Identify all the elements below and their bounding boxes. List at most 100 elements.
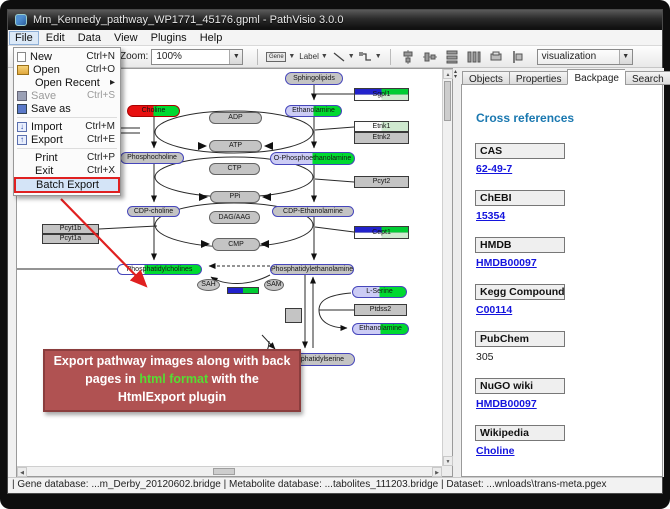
pathway-node-etnk2[interactable]: Etnk2 bbox=[354, 132, 409, 144]
connector-dropdown-arrow-icon[interactable]: ▼ bbox=[375, 53, 382, 60]
scroll-left-icon[interactable]: ◀ bbox=[17, 467, 27, 477]
pathway-node-ptdss2[interactable]: Ptdss2 bbox=[354, 304, 407, 316]
pathway-node-ethanolamine[interactable]: Ethanolamine bbox=[352, 323, 409, 335]
pathway-node-cdp-choline[interactable]: CDP-choline bbox=[127, 206, 180, 217]
label-tool-text: Label bbox=[299, 52, 319, 61]
submenu-arrow-icon: ▸ bbox=[110, 77, 115, 88]
common-size-button[interactable] bbox=[486, 48, 506, 66]
zoom-dropdown-arrow-icon[interactable]: ▼ bbox=[229, 50, 242, 64]
pathway-node-o-phosphoethanolamine[interactable]: O-Phosphoethanolamine bbox=[270, 152, 355, 165]
line-dropdown-arrow-icon[interactable]: ▼ bbox=[348, 53, 355, 60]
panel-splitter[interactable]: ▴▾ bbox=[453, 68, 460, 477]
menu-item-import[interactable]: ↓ImportCtrl+M bbox=[14, 120, 120, 133]
tab-backpage[interactable]: Backpage bbox=[567, 69, 624, 85]
tab-objects[interactable]: Objects bbox=[462, 71, 509, 85]
zoom-combobox[interactable]: 100% ▼ bbox=[151, 49, 243, 65]
pathway-node-choline[interactable]: Choline bbox=[127, 105, 180, 117]
pathway-node-phosphatidylethanolamines[interactable]: Phosphatidylethanolamines bbox=[270, 264, 354, 275]
menu-item-open-recent[interactable]: Open Recent ▸ bbox=[14, 76, 120, 89]
menu-item-save-as[interactable]: Save as bbox=[14, 102, 120, 115]
backpage-link-wikipedia[interactable]: Choline bbox=[476, 445, 515, 457]
tab-properties[interactable]: Properties bbox=[509, 71, 568, 85]
pathway-node-dag-aag[interactable]: DAG/AAG bbox=[209, 211, 260, 224]
pathway-node-pcyt1a[interactable]: Pcyt1a bbox=[42, 234, 99, 244]
splitter-grip-icon[interactable]: ▴▾ bbox=[454, 70, 457, 80]
backpage-value-wikipedia[interactable]: Choline bbox=[476, 445, 515, 457]
backpage-link-nugo-wiki[interactable]: HMDB00097 bbox=[476, 398, 537, 410]
backpage-value-kegg-compound[interactable]: C00114 bbox=[476, 304, 512, 316]
toolbar-separator bbox=[390, 49, 391, 65]
pathway-node-pcyt1b[interactable]: Pcyt1b bbox=[42, 224, 99, 234]
visualization-dropdown-arrow-icon[interactable]: ▼ bbox=[619, 50, 632, 64]
menubar-item-view[interactable]: View bbox=[108, 31, 144, 45]
backpage-section-kegg-compound: Kegg Compound bbox=[475, 284, 565, 300]
backpage-section-chebi: ChEBI bbox=[475, 190, 565, 206]
backpage-value-cas[interactable]: 62-49-7 bbox=[476, 163, 512, 175]
backpage-value-hmdb[interactable]: HMDB00097 bbox=[476, 257, 537, 269]
menu-item-label: Open Recent bbox=[35, 77, 104, 89]
menu-item-save[interactable]: SaveCtrl+S bbox=[14, 89, 120, 102]
backpage-link-kegg-compound[interactable]: C00114 bbox=[476, 304, 512, 316]
scroll-down-icon[interactable]: ▼ bbox=[443, 456, 453, 466]
menu-item-open[interactable]: OpenCtrl+O bbox=[14, 63, 120, 76]
pathway-node-cept1[interactable]: Cept1 bbox=[354, 226, 409, 239]
tab-search[interactable]: Search bbox=[625, 71, 670, 85]
export-icon: ↑ bbox=[17, 135, 27, 145]
pathway-node-ctp[interactable]: CTP bbox=[209, 163, 260, 175]
pathway-node-phosphatidylcholines[interactable]: Phosphatidylcholines bbox=[117, 264, 202, 275]
menubar-item-data[interactable]: Data bbox=[72, 31, 107, 45]
datanode-dropdown-arrow-icon[interactable]: ▼ bbox=[288, 53, 295, 60]
canvas-vertical-scrollbar[interactable]: ▲ ▼ bbox=[442, 69, 452, 466]
label-dropdown-arrow-icon[interactable]: ▼ bbox=[321, 53, 328, 60]
menu-item-new[interactable]: NewCtrl+N bbox=[14, 50, 120, 63]
backpage-value-chebi[interactable]: 15354 bbox=[476, 210, 505, 222]
pathway-node-pcyt2[interactable]: Pcyt2 bbox=[354, 176, 409, 188]
menu-item-exit[interactable]: ExitCtrl+X bbox=[14, 164, 120, 177]
align-edge-button[interactable] bbox=[508, 48, 528, 66]
menubar-item-help[interactable]: Help bbox=[194, 31, 229, 45]
align-center-button[interactable] bbox=[398, 48, 418, 66]
datanode-tool-button[interactable]: Gene ▼ bbox=[265, 48, 296, 66]
pathway-node-unlabeled[interactable] bbox=[227, 287, 259, 294]
visualization-combobox[interactable]: visualization ▼ bbox=[537, 49, 633, 65]
title-bar[interactable]: Mm_Kennedy_pathway_WP1771_45176.gpml - P… bbox=[8, 10, 662, 30]
menubar-item-plugins[interactable]: Plugins bbox=[145, 31, 193, 45]
pathway-node-adp[interactable]: ADP bbox=[209, 112, 262, 124]
menu-item-print[interactable]: PrintCtrl+P bbox=[14, 151, 120, 164]
connector-tool-button[interactable]: ▼ bbox=[358, 48, 383, 66]
distribute-horizontal-icon bbox=[467, 50, 481, 64]
pathway-node-unlabeled[interactable] bbox=[285, 308, 302, 323]
pathway-node-atp[interactable]: ATP bbox=[209, 140, 262, 152]
distribute-vertical-button[interactable] bbox=[442, 48, 462, 66]
backpage-section-nugo-wiki: NuGO wiki bbox=[475, 378, 565, 394]
menubar-item-edit[interactable]: Edit bbox=[40, 31, 71, 45]
label-tool-button[interactable]: Label ▼ bbox=[298, 48, 329, 66]
backpage-link-cas[interactable]: 62-49-7 bbox=[476, 163, 512, 175]
pathway-node-l-serine[interactable]: L-Serine bbox=[352, 286, 407, 298]
pathway-node-cmp[interactable]: CMP bbox=[212, 238, 260, 251]
pathway-node-ppi[interactable]: PPi bbox=[210, 191, 260, 203]
distribute-horizontal-button[interactable] bbox=[464, 48, 484, 66]
scroll-up-icon[interactable]: ▲ bbox=[443, 69, 453, 79]
pathway-node-phosphocholine[interactable]: Phosphocholine bbox=[120, 152, 184, 164]
pathway-node-sphingolipids[interactable]: Sphingolipids bbox=[285, 72, 343, 85]
pathway-node-ethanolamine[interactable]: Ethanolamine bbox=[285, 105, 342, 117]
align-middle-button[interactable] bbox=[420, 48, 440, 66]
horizontal-scroll-thumb[interactable] bbox=[213, 468, 235, 475]
scroll-right-icon[interactable]: ▶ bbox=[432, 467, 442, 477]
canvas-horizontal-scrollbar[interactable]: ◀ ▶ bbox=[17, 466, 442, 476]
menu-item-batch-export[interactable]: Batch Export bbox=[14, 177, 120, 193]
backpage-panel[interactable]: Cross references CAS62-49-7ChEBI15354HMD… bbox=[461, 84, 663, 477]
pathway-node-etnk1[interactable]: Etnk1 bbox=[354, 121, 409, 132]
menubar-item-file[interactable]: File bbox=[9, 31, 39, 45]
vertical-scroll-thumb[interactable] bbox=[444, 81, 451, 121]
line-tool-button[interactable]: ▼ bbox=[331, 48, 356, 66]
menu-item-export[interactable]: ↑ExportCtrl+E bbox=[14, 133, 120, 146]
pathway-node-cdp-ethanolamine[interactable]: CDP-Ethanolamine bbox=[272, 206, 354, 217]
backpage-value-nugo-wiki[interactable]: HMDB00097 bbox=[476, 398, 537, 410]
pathway-node-sgpl1[interactable]: Sgpl1 bbox=[354, 88, 409, 101]
backpage-link-hmdb[interactable]: HMDB00097 bbox=[476, 257, 537, 269]
pathway-node-sam[interactable]: SAM bbox=[264, 279, 284, 291]
backpage-link-chebi[interactable]: 15354 bbox=[476, 210, 505, 222]
pathway-node-sah[interactable]: SAH bbox=[197, 279, 220, 291]
